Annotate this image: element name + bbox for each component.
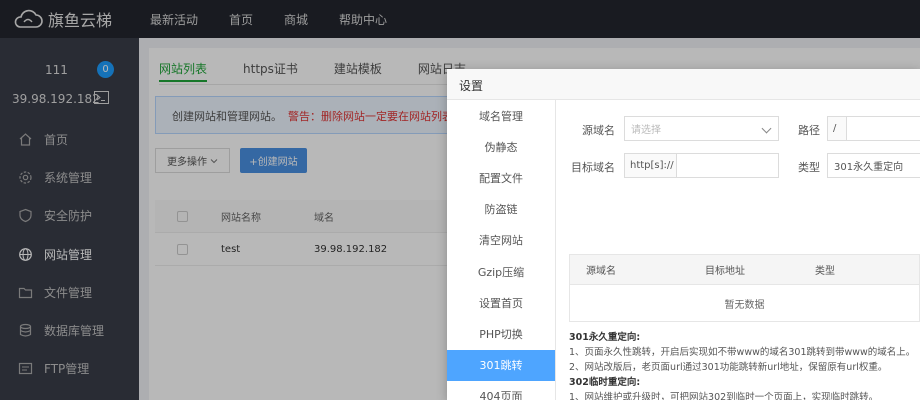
modal-nav-hotlink[interactable]: 防盗链 (447, 194, 555, 225)
help-heading-302: 302临时重定向: (569, 377, 641, 388)
redirect-type-select[interactable]: 301永久重定向 (827, 153, 920, 178)
modal-nav-404-page[interactable]: 404页面 (447, 381, 555, 400)
column-header-source: 源域名 (586, 266, 616, 277)
target-domain-label: 目标域名 (571, 161, 615, 174)
modal-nav-domains[interactable]: 域名管理 (447, 100, 555, 131)
modal-title: 设置 (459, 79, 484, 93)
path-label: 路径 (798, 124, 820, 137)
modal-nav-redirect-301[interactable]: 301跳转 (447, 349, 555, 381)
modal-nav: 域名管理 伪静态 配置文件 防盗链 清空网站 Gzip压缩 设置首页 PHP切换… (447, 100, 556, 400)
redirect-panel: 源域名 请选择 路径 / 目标域名 http[s]:// 类型 301永久重定向… (556, 100, 920, 400)
help-line: 1、页面永久性跳转，开启后实现如不带www的域名301跳转到带www的域名上。 (569, 347, 916, 358)
column-header-target: 目标地址 (705, 266, 745, 277)
settings-modal: 设置 域名管理 伪静态 配置文件 防盗链 清空网站 Gzip压缩 设置首页 PH… (447, 69, 920, 400)
modal-nav-php[interactable]: PHP切换 (447, 318, 555, 349)
path-input[interactable] (846, 116, 920, 141)
help-heading-301: 301永久重定向: (569, 332, 641, 343)
source-domain-select[interactable]: 请选择 (624, 116, 779, 141)
chevron-down-icon (761, 123, 772, 134)
modal-nav-rewrite[interactable]: 伪静态 (447, 131, 555, 162)
empty-state: 暂无数据 (724, 299, 765, 311)
modal-header: 设置 (447, 69, 920, 100)
redirect-help: 301永久重定向: 1、页面永久性跳转，开启后实现如不带www的域名301跳转到… (569, 330, 920, 400)
redirect-table: 源域名 目标地址 类型 暂无数据 (569, 254, 920, 322)
source-domain-label: 源域名 (582, 124, 615, 137)
help-line: 1、网站维护或升级时，可把网站302到临时一个页面上，实现临时跳转。 (569, 392, 879, 400)
modal-nav-config-file[interactable]: 配置文件 (447, 162, 555, 193)
redirect-table-header: 源域名 目标地址 类型 (570, 255, 919, 285)
modal-nav-gzip[interactable]: Gzip压缩 (447, 256, 555, 287)
help-line: 2、网站改版后，老页面url通过301功能跳转新url地址，保留原有url权重。 (569, 362, 888, 373)
target-protocol-prefix: http[s]:// (624, 153, 677, 178)
type-label: 类型 (798, 161, 820, 174)
source-domain-placeholder: 请选择 (631, 125, 661, 136)
column-header-type: 类型 (815, 266, 835, 277)
modal-nav-clear-site[interactable]: 清空网站 (447, 225, 555, 256)
path-prefix: / (827, 116, 847, 141)
target-domain-input[interactable] (676, 153, 779, 178)
modal-nav-default-page[interactable]: 设置首页 (447, 287, 555, 318)
